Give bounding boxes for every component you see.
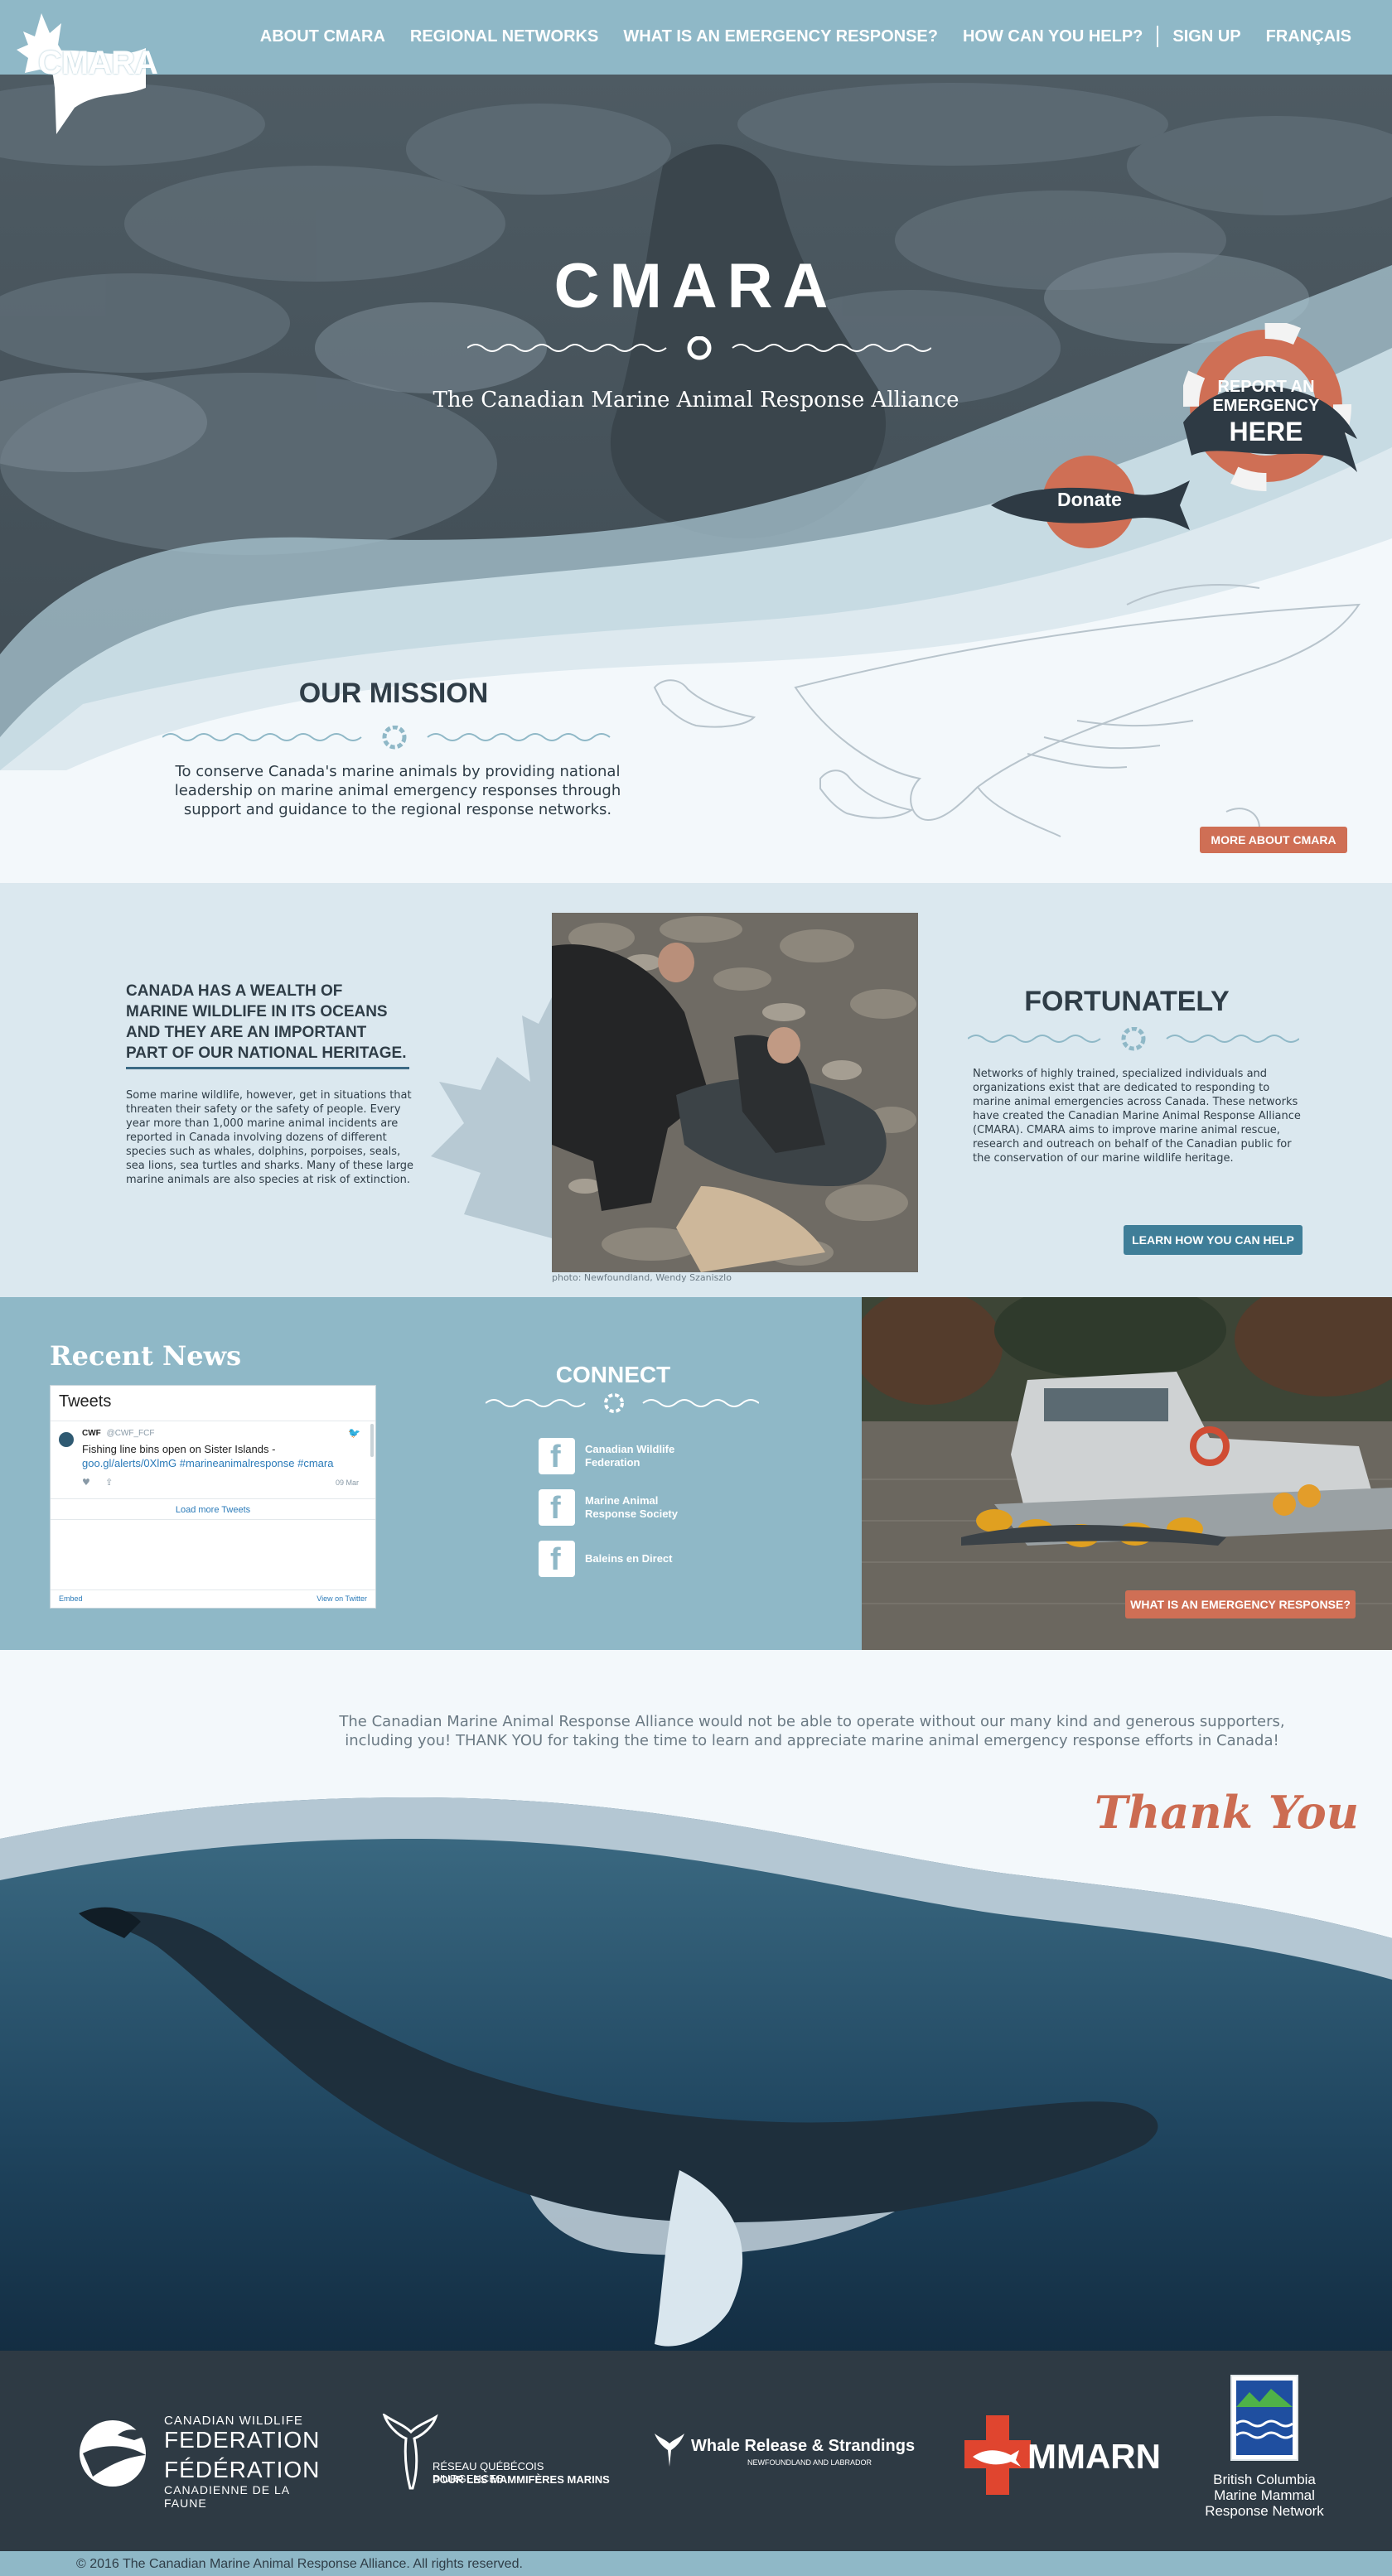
connect-title: CONNECT xyxy=(555,1362,671,1387)
what-is-emergency-response-button[interactable]: WHAT IS AN EMERGENCY RESPONSE? xyxy=(1125,1590,1356,1618)
cwf-line-3: FÉDÉRATION xyxy=(164,2457,321,2482)
rqumm-line-2: POUR LES MAMMIFÈRES MARINS xyxy=(433,2473,610,2486)
whale-release-line-2: NEWFOUNDLAND AND LABRADOR xyxy=(747,2458,872,2467)
connect-link-cwf[interactable]: f Canadian Wildlife Federation xyxy=(539,1438,701,1474)
cwf-line-4: CANADIENNE DE LA FAUNE xyxy=(164,2483,290,2510)
humpback-whale-image xyxy=(0,1781,1392,2352)
embed-link[interactable]: Embed xyxy=(59,1594,83,1603)
cmara-logo[interactable]: CMARA xyxy=(17,12,158,134)
tweet-text: Fishing line bins open on Sister Islands… xyxy=(82,1442,355,1470)
facebook-icon: f xyxy=(539,1489,575,1526)
cwf-line-2: FEDERATION xyxy=(164,2427,321,2453)
connect-label: Marine Animal Response Society xyxy=(585,1494,678,1520)
hero-title: CMARA xyxy=(553,251,839,321)
maple-leaf-icon xyxy=(431,991,555,1239)
whale-seal-sketch-illustration xyxy=(653,584,1361,837)
logo-text: CMARA xyxy=(38,45,158,81)
tweet-text-plain: Fishing line bins open on Sister Islands… xyxy=(82,1443,276,1455)
tweets-footer: Embed View on Twitter xyxy=(51,1589,375,1608)
mission-title: OUR MISSION xyxy=(298,678,489,709)
twitter-bird-icon: 🐦 xyxy=(348,1427,360,1439)
nav-regional-networks[interactable]: REGIONAL NETWORKS xyxy=(398,27,611,46)
wave-divider-icon xyxy=(968,1027,1299,1051)
report-line-2: EMERGENCY xyxy=(1212,397,1320,415)
partners-footer: CANADIAN WILDLIFE FEDERATION FÉDÉRATION … xyxy=(0,2351,1392,2551)
wave-divider-icon xyxy=(467,336,931,360)
tweet-link[interactable]: goo.gl/alerts/0XlmG #marineanimalrespons… xyxy=(82,1457,333,1469)
connect-label: Baleins en Direct xyxy=(585,1552,673,1565)
partner-whale-release[interactable]: Whale Release & Strandings NEWFOUNDLAND … xyxy=(655,2432,920,2482)
tweet-date[interactable]: 09 Mar xyxy=(336,1479,359,1487)
bc-line-2: Marine Mammal xyxy=(1214,2487,1315,2503)
report-emergency-button[interactable]: REPORT AN EMERGENCY HERE xyxy=(1181,321,1357,491)
mission-text: To conserve Canada's marine animals by p… xyxy=(174,763,621,818)
heritage-heading: CANADA HAS A WEALTH OF MARINE WILDLIFE I… xyxy=(126,982,407,1062)
thank-you-signature: Thank You xyxy=(1094,1786,1359,1839)
nav-francais[interactable]: FRANÇAIS xyxy=(1254,27,1364,46)
tweet-author[interactable]: CWF @CWF_FCF xyxy=(82,1429,154,1438)
whale-release-line-1: Whale Release & Strandings xyxy=(691,2437,916,2455)
thanks-text: The Canadian Marine Animal Response Alli… xyxy=(339,1713,1285,1749)
heritage-body: Some marine wildlife, however, get in si… xyxy=(126,1089,414,1186)
heritage-underline xyxy=(126,1067,409,1069)
top-nav: ABOUT CMARA REGIONAL NETWORKS WHAT IS AN… xyxy=(0,0,1392,75)
recent-news-title: Recent News xyxy=(50,1340,242,1372)
tweet-handle: @CWF_FCF xyxy=(106,1429,155,1438)
heritage-section: CANADA HAS A WEALTH OF MARINE WILDLIFE I… xyxy=(0,883,1392,1297)
rqumm-whale-tail-icon xyxy=(382,2414,438,2490)
bc-crest-icon xyxy=(1230,2375,1298,2461)
partner-mmarn[interactable]: MMARN xyxy=(964,2415,1163,2498)
connect-link-baleines[interactable]: f Baleins en Direct xyxy=(539,1541,701,1577)
avatar[interactable] xyxy=(59,1432,74,1447)
whale-tail-icon xyxy=(655,2434,684,2467)
view-on-twitter-link[interactable]: View on Twitter xyxy=(317,1594,367,1603)
connect-label: Canadian Wildlife Federation xyxy=(585,1443,675,1469)
mmarn-text: MMARN xyxy=(1027,2437,1161,2476)
scrollbar[interactable] xyxy=(370,1424,374,1457)
photo-credit: photo: Newfoundland, Wendy Szaniszlo xyxy=(552,1272,732,1283)
learn-how-you-can-help-button[interactable]: LEARN HOW YOU CAN HELP xyxy=(1124,1225,1303,1255)
bc-line-1: British Columbia xyxy=(1213,2472,1316,2487)
facebook-icon: f xyxy=(539,1438,575,1474)
partner-bc-mmrn[interactable]: British Columbia Marine Mammal Response … xyxy=(1193,2374,1326,2523)
report-line-1: REPORT AN xyxy=(1217,378,1315,396)
copyright-text: © 2016 The Canadian Marine Animal Respon… xyxy=(76,2557,523,2571)
cwf-logo-icon xyxy=(80,2420,147,2487)
nav-how-can-you-help[interactable]: HOW CAN YOU HELP? xyxy=(950,27,1155,46)
fortunately-title: FORTUNATELY xyxy=(1024,986,1230,1017)
twitter-timeline-widget[interactable]: Tweets CWF @CWF_FCF 🐦 Fishing line bins … xyxy=(50,1385,376,1609)
rescue-photo xyxy=(552,913,918,1272)
cwf-line-1: CANADIAN WILDLIFE xyxy=(164,2414,303,2428)
news-connect-section: Recent News Tweets CWF @CWF_FCF 🐦 Fishin… xyxy=(0,1297,862,1650)
mmarn-cross-icon xyxy=(964,2415,1031,2495)
nav-emergency-response[interactable]: WHAT IS AN EMERGENCY RESPONSE? xyxy=(611,27,950,46)
nav-divider xyxy=(1157,26,1159,47)
more-about-cmara-button[interactable]: MORE ABOUT CMARA xyxy=(1200,827,1347,853)
tweet-user: CWF xyxy=(82,1429,101,1438)
wave-divider-icon xyxy=(486,1393,759,1413)
nav-sign-up[interactable]: SIGN UP xyxy=(1160,27,1253,46)
partner-cwf[interactable]: CANADIAN WILDLIFE FEDERATION FÉDÉRATION … xyxy=(76,2414,333,2510)
report-emergency-label: REPORT AN EMERGENCY HERE xyxy=(1183,378,1349,447)
tweets-header: Tweets xyxy=(59,1392,112,1411)
nav-about[interactable]: ABOUT CMARA xyxy=(248,27,398,46)
load-more-tweets-button[interactable]: Load more Tweets xyxy=(51,1498,375,1520)
bc-mmrn-text: British Columbia Marine Mammal Response … xyxy=(1193,2472,1336,2519)
fortunately-body: Networks of highly trained, specialized … xyxy=(973,1068,1301,1165)
wave-divider-icon xyxy=(162,726,611,750)
report-line-3: HERE xyxy=(1229,417,1303,446)
connect-link-mars[interactable]: f Marine Animal Response Society xyxy=(539,1489,701,1526)
nav-links: ABOUT CMARA REGIONAL NETWORKS WHAT IS AN… xyxy=(248,26,1364,47)
donate-button[interactable]: Donate xyxy=(991,456,1190,548)
share-icon[interactable]: ⇪ xyxy=(105,1477,113,1488)
partner-rqumm[interactable]: RÉSEAU QUÉBÉCOIS D'URGENCES POUR LES MAM… xyxy=(381,2414,613,2496)
facebook-icon: f xyxy=(539,1541,575,1577)
heart-icon[interactable]: ♥ xyxy=(82,1477,90,1488)
donate-label: Donate xyxy=(1057,489,1122,510)
bc-line-3: Response Network xyxy=(1205,2503,1324,2519)
